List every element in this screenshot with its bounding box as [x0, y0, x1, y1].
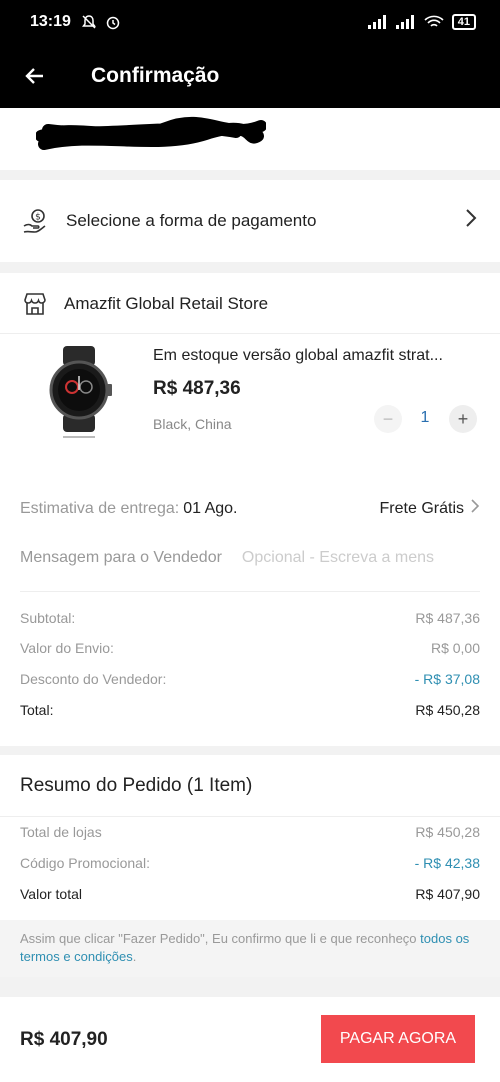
promo-code-value: - R$ 42,38: [414, 855, 480, 871]
chevron-right-icon: [464, 208, 478, 234]
wifi-icon: [424, 15, 444, 27]
payment-method-label: Selecione a forma de pagamento: [66, 211, 317, 230]
signal-icon-2: [395, 15, 414, 29]
promo-code-row[interactable]: Código Promocional: - R$ 42,38: [20, 855, 480, 871]
address-card[interactable]: [0, 108, 500, 170]
store-total-value: R$ 450,28: [415, 702, 480, 718]
order-summary-title: Resumo do Pedido (1 Item): [20, 775, 253, 796]
payment-method-row[interactable]: $ Selecione a forma de pagamento: [0, 180, 500, 262]
shipping-cost-label: Valor do Envio:: [20, 640, 114, 656]
divider: [0, 333, 500, 334]
svg-text:$: $: [35, 213, 41, 223]
store-icon: [24, 293, 46, 315]
seller-discount-row: Desconto do Vendedor: - R$ 37,08: [20, 671, 480, 687]
grand-total-label: Valor total: [20, 886, 82, 902]
pay-now-button[interactable]: PAGAR AGORA: [321, 1015, 475, 1063]
quantity-value: 1: [420, 409, 430, 426]
back-button[interactable]: [0, 44, 70, 108]
product-title[interactable]: Em estoque versão global amazfit strat..…: [153, 347, 483, 365]
grand-total-value: R$ 407,90: [415, 886, 480, 902]
store-total-row: Total: R$ 450,28: [20, 702, 480, 718]
battery-indicator: 41: [451, 14, 476, 30]
quantity-increase-button[interactable]: +: [449, 405, 477, 433]
shipping-option: Frete Grátis: [379, 499, 464, 517]
divider: [0, 816, 500, 817]
subtotal-value: R$ 487,36: [415, 610, 480, 626]
product-variant: Black, China: [153, 416, 232, 432]
stores-total-row: Total de lojas R$ 450,28: [20, 824, 480, 840]
quantity-decrease-button[interactable]: −: [374, 405, 402, 433]
promo-code-label: Código Promocional:: [20, 855, 150, 871]
shipping-cost-value: R$ 0,00: [430, 640, 480, 656]
page-title: Confirmação: [91, 64, 220, 87]
status-bar: 13:19 41: [0, 0, 500, 44]
status-time: 13:19: [30, 13, 71, 30]
hand-coin-icon: $: [23, 209, 46, 233]
bell-off-icon: [81, 15, 96, 29]
checkout-bar: R$ 407,90 PAGAR AGORA: [0, 997, 500, 1082]
terms-notice-end: .: [132, 949, 137, 964]
subtotal-row: Subtotal: R$ 487,36: [20, 610, 480, 626]
checkout-total: R$ 407,90: [20, 1029, 108, 1050]
redaction-scribble: [36, 116, 266, 150]
terms-notice-text: Assim que clicar "Fazer Pedido", Eu conf…: [20, 931, 421, 946]
seller-message-input[interactable]: Opcional - Escreva a mens: [242, 549, 434, 567]
chevron-right-icon: [470, 498, 480, 519]
alarm-icon: [106, 16, 120, 30]
delivery-row[interactable]: Estimativa de entrega: 01 Ago. Frete Grá…: [20, 498, 480, 519]
seller-message-label: Mensagem para o Vendedor: [20, 549, 222, 566]
product-image[interactable]: [24, 335, 134, 445]
delivery-label: Estimativa de entrega:: [20, 499, 180, 517]
watch-image: [49, 346, 112, 438]
seller-message-row[interactable]: Mensagem para o Vendedor Opcional - Escr…: [20, 549, 480, 567]
arrow-left-icon: [25, 68, 43, 84]
shipping-cost-row: Valor do Envio: R$ 0,00: [20, 640, 480, 656]
stores-total-label: Total de lojas: [20, 824, 102, 840]
store-name: Amazfit Global Retail Store: [64, 294, 269, 313]
store-card: Amazfit Global Retail Store Em estoque v…: [0, 273, 500, 746]
app-bar: Confirmação: [0, 44, 500, 108]
terms-notice: Assim que clicar "Fazer Pedido", Eu conf…: [0, 920, 500, 977]
store-header[interactable]: Amazfit Global Retail Store: [22, 291, 268, 317]
divider: [20, 591, 480, 592]
order-summary-card: Resumo do Pedido (1 Item) Total de lojas…: [0, 755, 500, 977]
seller-discount-label: Desconto do Vendedor:: [20, 671, 167, 687]
delivery-date: 01 Ago.: [183, 499, 238, 517]
signal-icon: [367, 15, 386, 29]
seller-discount-value: - R$ 37,08: [414, 671, 480, 687]
subtotal-label: Subtotal:: [20, 610, 76, 626]
stores-total-value: R$ 450,28: [415, 824, 480, 840]
store-total-label: Total:: [20, 702, 54, 718]
product-price: R$ 487,36: [153, 378, 241, 399]
grand-total-row: Valor total R$ 407,90: [20, 886, 480, 902]
